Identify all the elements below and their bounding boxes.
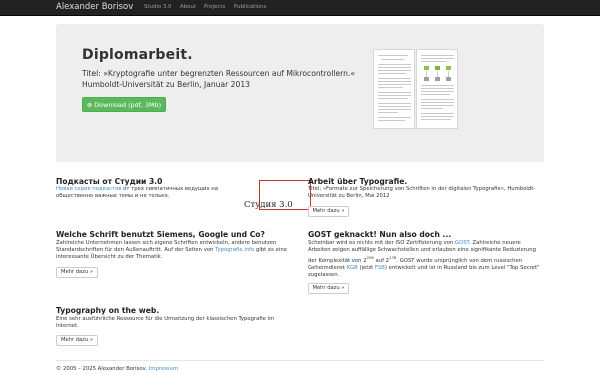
top-navbar: Alexander Borisov Studio 3.0 About Proje… bbox=[0, 0, 600, 16]
studio-image-alt-text: Студия 3.0 bbox=[244, 200, 293, 210]
gost-more-button[interactable]: Mehr dazu » bbox=[308, 283, 349, 294]
kgb-link[interactable]: KGB bbox=[347, 265, 358, 271]
web-typography-title: Typography on the web. bbox=[56, 306, 160, 315]
web-typography-more-button[interactable]: Mehr dazu » bbox=[56, 335, 98, 346]
footer-copyright: © 2005 – 2025 Alexander Borisov. bbox=[56, 366, 149, 372]
download-icon: ⊕ bbox=[86, 101, 93, 109]
typografie-text: Titel: »Formate zur Speicherung von Schr… bbox=[308, 186, 536, 199]
hero-subtitle: Titel: »Kryptografie unter begrenzten Re… bbox=[82, 69, 356, 78]
typografie-more-button[interactable]: Mehr dazu » bbox=[308, 206, 349, 217]
jumbotron bbox=[56, 24, 544, 162]
gost-text: Scheinbar wird es nichts mit der ISO Zer… bbox=[308, 240, 540, 278]
thesis-page-thumbnail-left[interactable] bbox=[373, 49, 415, 129]
footer: © 2005 – 2025 Alexander Borisov. Impress… bbox=[56, 366, 178, 373]
thesis-page-thumbnail-right[interactable] bbox=[416, 49, 458, 129]
brand-link[interactable]: Alexander Borisov bbox=[56, 2, 133, 13]
nav-item-publications[interactable]: Publications bbox=[234, 4, 266, 11]
schrift-title: Welche Schrift benutzt Siemens, Google u… bbox=[56, 230, 265, 239]
fsb-link[interactable]: FSB bbox=[375, 265, 385, 271]
typografie-info-link[interactable]: Typografie.info bbox=[215, 247, 254, 253]
podcasts-link[interactable]: Новая серия подкастов bbox=[56, 186, 121, 192]
hero-title: Diplomarbeit. bbox=[82, 47, 193, 63]
podcasts-text: Новая серия подкастов от трех симпатичны… bbox=[56, 186, 219, 199]
schrift-text: Zahlreiche Unternehmen lassen sich eigen… bbox=[56, 240, 287, 260]
gost-title: GOST geknackt! Nun also doch ... bbox=[308, 230, 452, 239]
hero-institution: Humboldt-Universität zu Berlin, Januar 2… bbox=[82, 80, 251, 89]
nav-item-about[interactable]: About bbox=[180, 4, 196, 11]
nav-item-projects[interactable]: Projects bbox=[204, 4, 225, 11]
download-button-label: Download (pdf, 3Mb) bbox=[94, 101, 162, 109]
nav-item-studio[interactable]: Studio 3.0 bbox=[144, 4, 171, 11]
podcasts-title: Подкасты от Студии 3.0 bbox=[56, 177, 163, 186]
impressum-link[interactable]: Impressum bbox=[149, 366, 178, 372]
web-typography-text: Eine sehr ausführliche Ressource für die… bbox=[56, 316, 275, 329]
typografie-title: Arbeit über Typografie. bbox=[308, 177, 408, 186]
download-button[interactable]: ⊕ Download (pdf, 3Mb) bbox=[82, 97, 166, 112]
schrift-more-button[interactable]: Mehr dazu » bbox=[56, 267, 98, 278]
gost-link[interactable]: GOST bbox=[455, 240, 469, 246]
footer-divider bbox=[56, 360, 544, 361]
